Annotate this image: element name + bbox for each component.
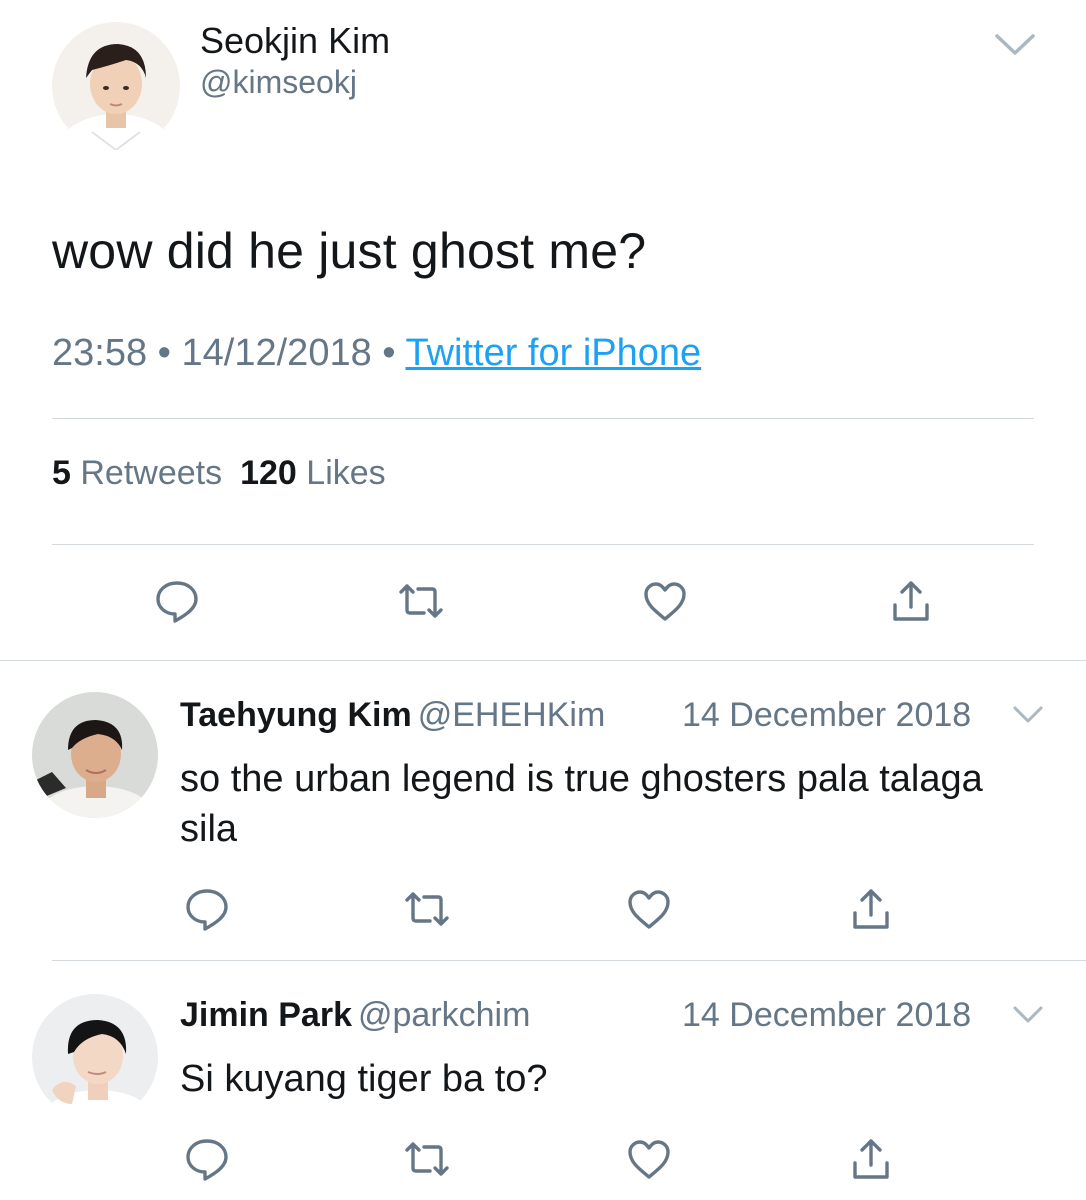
share-button[interactable] — [846, 886, 896, 936]
tweet-date: 14/12/2018 — [181, 332, 372, 374]
author-handle: @EHEHKim — [417, 696, 606, 734]
avatar[interactable] — [52, 22, 180, 150]
retweet-label: Retweets — [80, 454, 223, 492]
divider — [52, 544, 1034, 545]
retweet-button[interactable] — [396, 578, 446, 628]
reply-button[interactable] — [182, 1136, 232, 1186]
share-button[interactable] — [846, 1136, 896, 1186]
like-count: 120 — [240, 454, 297, 492]
reply-icon — [153, 577, 201, 630]
retweet-button[interactable] — [402, 886, 452, 936]
reply-text: so the urban legend is true ghosters pal… — [180, 758, 983, 850]
like-label: Likes — [306, 454, 386, 492]
share-button[interactable] — [886, 578, 936, 628]
chevron-down-icon[interactable] — [1012, 1004, 1044, 1031]
like-button[interactable] — [640, 578, 690, 628]
author-name: Taehyung Kim — [180, 696, 412, 734]
separator: • — [382, 332, 396, 374]
retweet-icon — [403, 885, 451, 938]
share-icon — [847, 885, 895, 938]
likes-stat[interactable]: 120 Likes — [240, 454, 386, 492]
reply-author-name[interactable]: Jimin Park @parkchim — [180, 996, 530, 1035]
chevron-down-icon[interactable] — [1012, 704, 1044, 731]
retweet-button[interactable] — [402, 1136, 452, 1186]
share-icon — [847, 1135, 895, 1188]
separator: • — [157, 332, 171, 374]
reply-text: Si kuyang tiger ba to? — [180, 1058, 548, 1100]
reply-date: 14 December 2018 — [682, 696, 972, 734]
reply-icon — [183, 885, 231, 938]
divider — [0, 660, 1086, 661]
author-handle[interactable]: @kimseokj — [200, 64, 357, 101]
avatar[interactable] — [32, 692, 158, 818]
reply-button[interactable] — [152, 578, 202, 628]
reply-date: 14 December 2018 — [682, 996, 972, 1034]
retweet-count: 5 — [52, 454, 71, 492]
source-link[interactable]: Twitter for iPhone — [405, 332, 701, 374]
tweet-time: 23:58 — [52, 332, 148, 374]
divider — [52, 960, 1086, 961]
like-button[interactable] — [624, 886, 674, 936]
tweet-text: wow did he just ghost me? — [52, 223, 647, 279]
heart-icon — [625, 885, 673, 938]
tweet-stats: 5 Retweets 120 Likes — [52, 454, 386, 493]
share-icon — [887, 577, 935, 630]
retweet-icon — [403, 1135, 451, 1188]
retweets-stat[interactable]: 5 Retweets — [52, 454, 222, 492]
like-button[interactable] — [624, 1136, 674, 1186]
author-name[interactable]: Seokjin Kim — [200, 20, 390, 62]
author-name: Jimin Park — [180, 996, 352, 1034]
retweet-icon — [397, 577, 445, 630]
avatar[interactable] — [32, 994, 158, 1120]
chevron-down-icon[interactable] — [994, 32, 1036, 63]
tweet-meta: 23:58 • 14/12/2018 • Twitter for iPhone — [52, 332, 701, 375]
main-tweet: Seokjin Kim @kimseokj wow did he just gh… — [0, 0, 1086, 660]
reply-button[interactable] — [182, 886, 232, 936]
heart-icon — [641, 577, 689, 630]
reply-author-name[interactable]: Taehyung Kim @EHEHKim — [180, 696, 605, 735]
heart-icon — [625, 1135, 673, 1188]
divider — [52, 418, 1034, 419]
author-handle: @parkchim — [357, 996, 531, 1034]
reply-icon — [183, 1135, 231, 1188]
